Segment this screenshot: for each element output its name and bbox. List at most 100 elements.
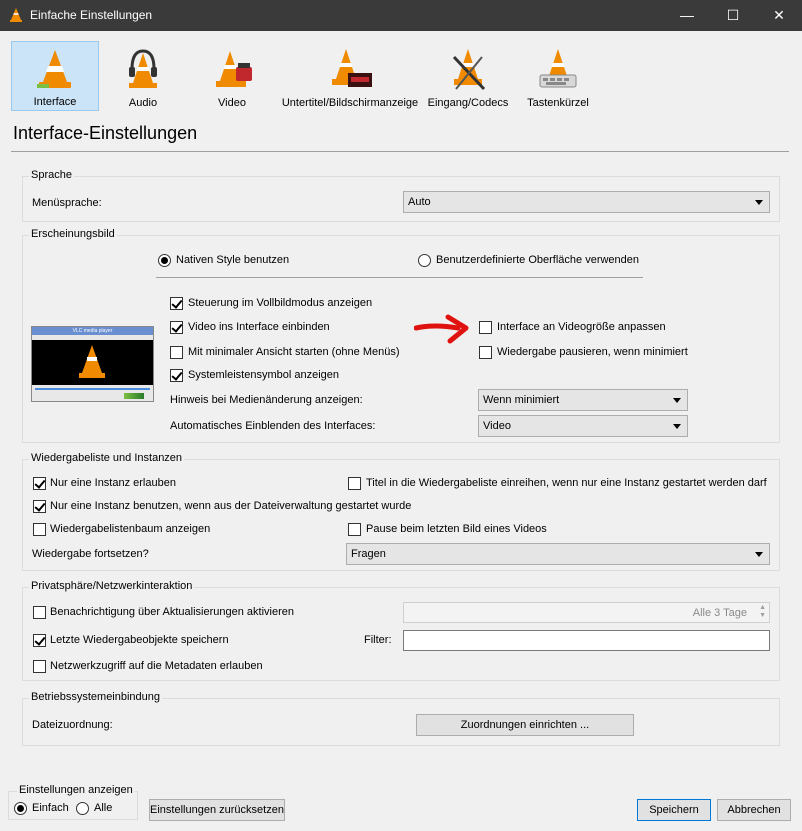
subtitles-cone-icon	[332, 49, 372, 87]
audio-headphones-cone-icon	[129, 49, 157, 88]
continue-select[interactable]: Fragen	[346, 543, 770, 565]
radio-simple[interactable]	[14, 802, 27, 815]
checkbox-label: Interface an Videogröße anpassen	[497, 321, 666, 333]
checkbox-label: Wiedergabelistenbaum anzeigen	[50, 523, 211, 535]
divider	[156, 277, 643, 278]
tab-label: Eingang/Codecs	[427, 97, 509, 109]
checkbox-label: Nur eine Instanz erlauben	[50, 477, 176, 489]
menu-language-label: Menüsprache:	[32, 197, 102, 209]
checkbox-label: Mit minimaler Ansicht starten (ohne Menü…	[188, 346, 400, 358]
group-title: Sprache	[29, 169, 74, 181]
select-value: Fragen	[351, 548, 386, 560]
tab-label: Video	[218, 97, 246, 109]
cancel-button[interactable]: Abbrechen	[717, 799, 791, 821]
checkbox-one-instance[interactable]	[33, 477, 46, 490]
vlc-cone-icon	[10, 8, 22, 22]
checkbox-label: Pause beim letzten Bild eines Videos	[366, 523, 547, 535]
reset-settings-button[interactable]: Einstellungen zurücksetzen	[149, 799, 285, 821]
group-os-integration	[22, 698, 780, 746]
checkbox-fullscreen-controls[interactable]	[170, 297, 183, 310]
red-arrow-annotation-icon	[414, 314, 469, 344]
file-assoc-label: Dateizuordnung:	[32, 719, 113, 731]
preview-cone-icon	[79, 345, 105, 378]
close-button[interactable]: ✕	[756, 0, 802, 31]
checkbox-label: Nur eine Instanz benutzen, wenn aus der …	[50, 500, 412, 512]
checkbox-embed-video[interactable]	[170, 321, 183, 334]
title-bar: Einfache Einstellungen — ☐ ✕	[0, 0, 802, 31]
radio-native-style[interactable]	[158, 254, 171, 267]
save-button[interactable]: Speichern	[637, 799, 711, 821]
video-cone-icon	[216, 51, 252, 87]
divider	[11, 151, 789, 152]
checkbox-file-manager-instance[interactable]	[33, 500, 46, 513]
radio-simple-label: Einfach	[32, 802, 69, 814]
setup-associations-button[interactable]: Zuordnungen einrichten ...	[416, 714, 634, 736]
chevron-down-icon	[673, 398, 681, 403]
tab-interface[interactable]: Interface	[11, 41, 99, 111]
continue-label: Wiedergabe fortsetzen?	[32, 548, 149, 560]
checkbox-pause-last-frame[interactable]	[348, 523, 361, 536]
menu-language-select[interactable]: Auto	[403, 191, 770, 213]
checkbox-resize-interface[interactable]	[479, 321, 492, 334]
maximize-button[interactable]: ☐	[710, 0, 756, 31]
tab-label: Audio	[128, 97, 158, 109]
group-title: Wiedergabeliste und Instanzen	[29, 452, 185, 464]
checkbox-playlist-tree[interactable]	[33, 523, 46, 536]
group-title: Privatsphäre/Netzwerkinteraktion	[29, 580, 195, 592]
select-value: Wenn minimiert	[483, 394, 560, 406]
checkbox-label: Wiedergabe pausieren, wenn minimiert	[497, 346, 688, 358]
select-value: Video	[483, 420, 511, 432]
checkbox-pause-minimized[interactable]	[479, 346, 492, 359]
checkbox-metadata-network[interactable]	[33, 660, 46, 673]
tab-label: Tastenkürzel	[527, 97, 589, 109]
chevron-down-icon	[755, 552, 763, 557]
preview-controls	[32, 385, 153, 401]
notify-label: Hinweis bei Medienänderung anzeigen:	[170, 394, 363, 406]
checkbox-label: Systemleistensymbol anzeigen	[188, 369, 340, 381]
window-title: Einfache Einstellungen	[30, 8, 153, 22]
spinbox-value: Alle 3 Tage	[692, 607, 747, 619]
tab-label: Untertitel/Bildschirmanzeige	[281, 97, 419, 109]
group-title: Erscheinungsbild	[29, 228, 117, 240]
interface-preview-image: VLC media player	[31, 326, 154, 402]
checkbox-systray[interactable]	[170, 369, 183, 382]
notify-select[interactable]: Wenn minimiert	[478, 389, 688, 411]
checkbox-label: Netzwerkzugriff auf die Metadaten erlaub…	[50, 660, 263, 672]
tab-hotkeys[interactable]: Tastenkürzel	[515, 41, 601, 111]
preview-title: VLC media player	[32, 327, 153, 335]
chevron-down-icon	[673, 424, 681, 429]
update-interval-spinbox[interactable]: Alle 3 Tage ▲ ▼	[403, 602, 770, 623]
radio-custom-skin-label: Benutzerdefinierte Oberfläche verwenden	[436, 254, 640, 266]
autoraise-select[interactable]: Video	[478, 415, 688, 437]
select-value: Auto	[408, 196, 431, 208]
filter-label: Filter:	[364, 634, 392, 646]
radio-all[interactable]	[76, 802, 89, 815]
checkbox-label: Titel in die Wiedergabeliste einreihen, …	[366, 477, 767, 489]
page-title: Interface-Einstellungen	[13, 123, 198, 143]
checkbox-enqueue[interactable]	[348, 477, 361, 490]
radio-custom-skin[interactable]	[418, 254, 431, 267]
group-title: Betriebssystemeinbindung	[29, 691, 163, 703]
minimize-button[interactable]: —	[664, 0, 710, 31]
spinbox-arrows-icon: ▲ ▼	[759, 604, 766, 619]
codecs-cone-icon	[452, 49, 486, 91]
tab-codecs[interactable]: Eingang/Codecs	[425, 41, 511, 111]
checkbox-minimal-view[interactable]	[170, 346, 183, 359]
interface-cone-icon	[37, 50, 71, 88]
checkbox-update-notify[interactable]	[33, 606, 46, 619]
autoraise-label: Automatisches Einblenden des Interfaces:	[170, 420, 376, 432]
radio-native-style-label: Nativen Style benutzen	[176, 254, 290, 266]
radio-all-label: Alle	[94, 802, 113, 814]
checkbox-save-recent[interactable]	[33, 634, 46, 647]
checkbox-label: Video ins Interface einbinden	[188, 321, 330, 333]
chevron-down-icon	[755, 200, 763, 205]
hotkeys-cone-icon	[539, 49, 577, 88]
tab-video[interactable]: Video	[190, 41, 274, 111]
filter-input[interactable]	[403, 630, 770, 651]
tab-audio[interactable]: Audio	[101, 41, 185, 111]
checkbox-label: Benachrichtigung über Aktualisierungen a…	[50, 606, 294, 618]
checkbox-label: Letzte Wiedergabeobjekte speichern	[50, 634, 229, 646]
tab-label: Interface	[33, 96, 77, 108]
tab-subtitles[interactable]: Untertitel/Bildschirmanzeige	[280, 41, 420, 111]
group-title: Einstellungen anzeigen	[17, 784, 135, 796]
